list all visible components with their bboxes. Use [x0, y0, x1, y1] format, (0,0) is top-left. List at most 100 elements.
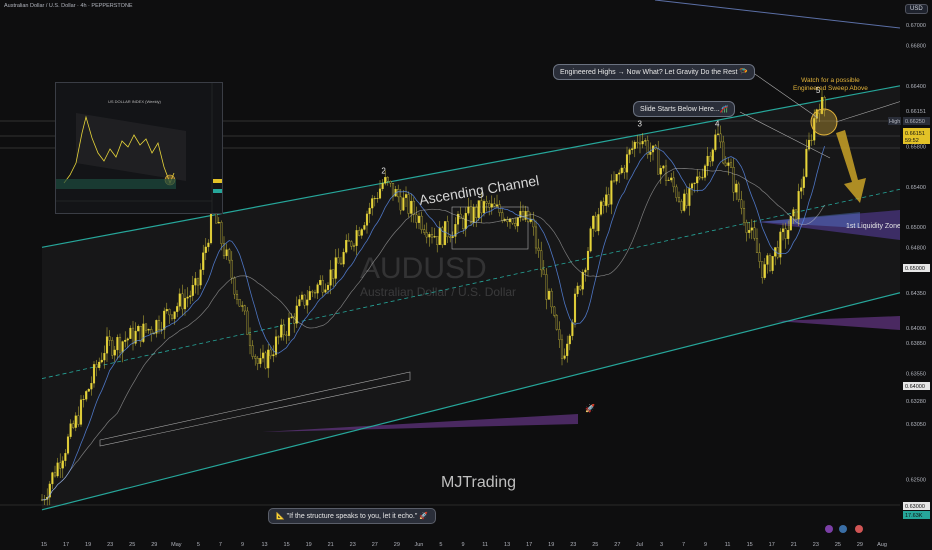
price-axis-tick: 0.66151 [906, 109, 926, 115]
candle-body [363, 225, 366, 230]
candle-body [277, 336, 280, 338]
candle-body [792, 209, 795, 217]
candle-body [802, 176, 805, 188]
candle-body [667, 179, 670, 181]
price-axis-tick: 0.65000 [906, 225, 926, 231]
candle-body [428, 234, 431, 238]
candle-body [417, 215, 421, 223]
time-axis-tick: 19 [85, 542, 91, 548]
candle-body [313, 292, 317, 294]
candle-body [584, 269, 587, 273]
price-axis-tick: 0.63850 [906, 341, 926, 347]
candle-body [173, 311, 176, 319]
candle-body [597, 214, 600, 232]
sweep-annotation-line1: Watch for a possible [801, 77, 860, 84]
candle-body [72, 423, 75, 428]
candle-body [729, 162, 733, 168]
candle-body [233, 277, 236, 295]
price-axis-tick: 0.64800 [906, 245, 926, 251]
candle-body [329, 269, 332, 286]
candle-body [800, 187, 803, 192]
candle-body [79, 399, 83, 425]
candle-body [228, 249, 231, 261]
candle-body [771, 256, 774, 271]
candle-body [298, 299, 301, 307]
candle-body [415, 214, 418, 223]
candle-body [404, 194, 408, 198]
candle-body [66, 436, 70, 454]
candle-body [490, 203, 493, 208]
candle-body [207, 242, 210, 248]
candle-body [378, 188, 382, 199]
time-axis-tick: 11 [482, 542, 488, 548]
candle-body [77, 415, 80, 425]
candle-body [594, 215, 597, 232]
candle-body [389, 180, 392, 184]
sweep-annotation-line2: Engineered Sweep Above [793, 85, 868, 92]
candle-body [147, 329, 150, 331]
currency-selector[interactable]: USD [905, 4, 928, 14]
candle-body [568, 335, 571, 345]
candle-body [610, 180, 613, 205]
time-axis-tick: 21 [791, 542, 797, 548]
candle-body [516, 217, 519, 227]
candle-body [620, 167, 623, 174]
candle-body [607, 194, 610, 205]
candle-body [737, 183, 740, 200]
candle-body [95, 364, 98, 368]
candle-body [763, 264, 766, 278]
liquidity-zone-label: 1st Liquidity Zone [846, 223, 901, 230]
candle-body [540, 250, 543, 271]
candle-body [464, 213, 467, 230]
time-axis-tick: 19 [548, 542, 554, 548]
alert-icon[interactable] [855, 525, 863, 533]
candle-body [711, 149, 714, 162]
time-axis-tick: 23 [813, 542, 819, 548]
candle-body [789, 216, 792, 231]
time-axis-tick: 29 [857, 542, 863, 548]
candle-body [485, 201, 488, 204]
time-axis-tick: Jun [414, 542, 423, 548]
price-axis-tick: 0.62500 [906, 478, 926, 484]
inset-dxy-chart[interactable]: US DOLLAR INDEX (Weekly) [55, 82, 223, 214]
candle-body [560, 339, 564, 359]
candle-body [345, 240, 348, 253]
time-axis-tick: 23 [350, 542, 356, 548]
candle-body [657, 148, 660, 175]
candle-body [74, 415, 77, 428]
candle-body [501, 212, 504, 221]
candle-body [241, 305, 244, 307]
candle-body [703, 165, 707, 178]
candle-body [534, 226, 538, 249]
candle-body [797, 191, 800, 220]
candle-body [238, 299, 241, 307]
time-axis-tick: 25 [592, 542, 598, 548]
chart-title: Australian Dollar / U.S. Dollar · 4h · P… [4, 3, 133, 9]
candle-body [53, 472, 57, 477]
candle-body [719, 133, 722, 143]
chart-stage: AUDUSD Australian Dollar / U.S. Dollar A… [0, 0, 932, 550]
candle-body [511, 218, 514, 224]
candle-body [181, 293, 184, 310]
flag-icon[interactable] [839, 525, 847, 533]
time-axis-tick: 25 [129, 542, 135, 548]
indicator-icon[interactable] [825, 525, 833, 533]
candle-body [628, 149, 631, 155]
candle-body [59, 462, 62, 469]
candle-body [599, 201, 603, 215]
candle-body [672, 177, 675, 188]
candle-body [633, 141, 636, 149]
candle-body [521, 210, 525, 220]
candle-body [758, 252, 761, 262]
candle-body [636, 141, 639, 144]
candle-body [69, 423, 72, 437]
candle-body [365, 213, 369, 226]
candle-body [602, 201, 605, 206]
time-axis-tick: 15 [747, 542, 753, 548]
brand-label: MJTrading [441, 474, 516, 491]
candle-body [641, 141, 644, 145]
candle-body [163, 310, 166, 330]
time-axis-tick: 23 [570, 542, 576, 548]
candle-body [420, 215, 423, 230]
time-axis-tick: 27 [372, 542, 378, 548]
